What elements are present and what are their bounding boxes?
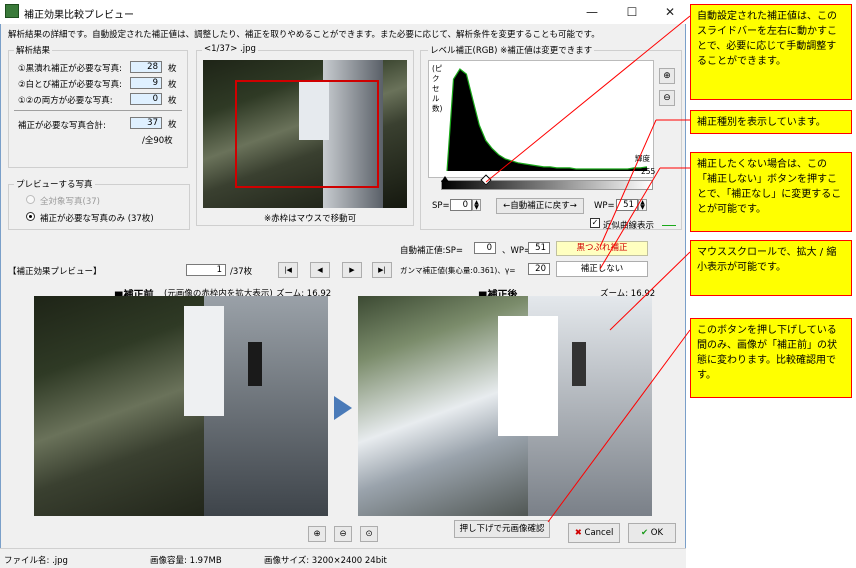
callout-line <box>485 15 691 183</box>
callout-line <box>599 167 661 270</box>
callout-line <box>547 329 691 523</box>
callout-correction-type: 補正種別を表示しています。 <box>690 110 852 134</box>
callout-zoom: マウススクロールで、拡大 / 縮小表示が可能です。 <box>690 240 852 296</box>
callout-line <box>609 251 691 331</box>
callout-no-correction: 補正したくない場合は、この「補正しない」ボタンを押すことで、「補正なし」に変更す… <box>690 152 852 232</box>
callout-slider: 自動設定された補正値は、このスライドバーを左右に動かすことで、必要に応じて手動調… <box>690 4 852 100</box>
callout-line <box>599 119 657 248</box>
callout-hold-button: このボタンを押し下げしている間のみ、画像が「補正前」の状態に変わります。比較確認… <box>690 318 852 398</box>
